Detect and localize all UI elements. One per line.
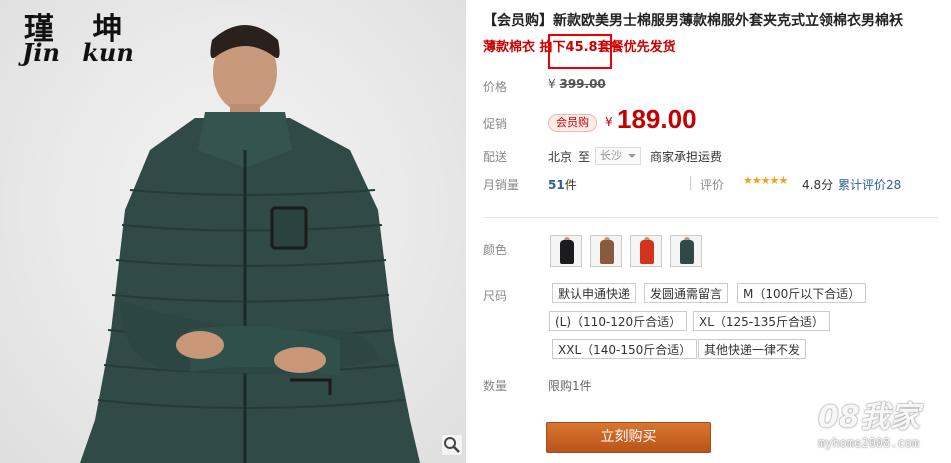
promo-price-label: 促销 — [483, 117, 508, 131]
swatch-jacket — [600, 240, 614, 264]
size-option[interactable]: XXL（140-150斤合适） — [552, 339, 698, 359]
zoom-button[interactable] — [441, 434, 463, 456]
original-price: ¥ 399.00 — [548, 77, 606, 91]
shipping-label: 配送 — [483, 150, 508, 164]
highlight-box — [548, 34, 612, 69]
color-swatch-brown[interactable] — [590, 235, 622, 267]
promo-currency-symbol: ¥ — [605, 115, 613, 129]
monthly-sales-count: 51 — [548, 178, 565, 192]
size-option[interactable]: 其他快递一律不发 — [698, 339, 807, 359]
divider — [483, 217, 939, 218]
size-label: 尺码 — [483, 289, 508, 303]
monthly-sales: 51件 — [548, 176, 577, 193]
shipping-note: 商家承担运费 — [650, 150, 723, 164]
color-swatch-red[interactable] — [630, 235, 662, 267]
quantity-limit: 限购1件 — [548, 379, 592, 393]
color-swatch-black[interactable] — [550, 235, 582, 267]
product-title: 【会员购】新款欧美男士棉服男薄款棉服外套夹克式立领棉衣男棉袄 — [483, 13, 903, 29]
rating-score: 4.8分 — [802, 178, 834, 192]
size-option[interactable]: M（100斤以下合适） — [737, 283, 867, 303]
swatch-jacket — [560, 240, 574, 264]
member-badge: 会员购 — [548, 114, 597, 132]
swatch-jacket — [680, 240, 694, 264]
city-select[interactable]: 长沙 — [595, 147, 641, 165]
divider — [690, 176, 691, 190]
monthly-sales-unit: 件 — [564, 178, 577, 192]
monthly-sales-label: 月销量 — [483, 178, 520, 192]
review-label: 评价 — [700, 178, 725, 192]
review-count-link[interactable]: 累计评价28 — [838, 176, 901, 193]
original-price-label: 价格 — [483, 80, 508, 94]
magnifier-icon — [444, 437, 460, 453]
shipping-to-word: 至 — [578, 150, 591, 164]
size-option[interactable]: 发圆通需留言 — [644, 283, 729, 303]
size-option[interactable]: XL（125-135斤合适） — [693, 311, 831, 331]
size-option[interactable]: 默认申通快递 — [552, 283, 637, 303]
buy-now-button[interactable]: 立刻购买 — [546, 422, 711, 453]
product-image[interactable]: 瑾 坤 Jin kun — [0, 0, 466, 463]
original-price-value: 399.00 — [559, 77, 606, 91]
brand-logo-en: Jin kun — [22, 38, 134, 67]
watermark-text: 08我家 — [818, 400, 920, 435]
subtitle-prefix: 薄款棉衣 — [483, 40, 540, 55]
chevron-down-icon — [628, 154, 636, 158]
currency-symbol: ¥ — [548, 77, 556, 91]
color-label: 颜色 — [483, 243, 508, 257]
watermark-url: myhome2008.com — [818, 436, 920, 450]
color-swatch-green[interactable] — [670, 235, 702, 267]
model-illustration — [80, 25, 420, 463]
swatch-jacket — [640, 240, 654, 264]
size-option[interactable]: (L)（110-120斤合适） — [549, 311, 688, 331]
quantity-label: 数量 — [483, 379, 508, 393]
promo-price: 189.00 — [617, 104, 697, 134]
city-select-value: 长沙 — [600, 149, 622, 162]
star-rating-icon: ★★★★★ — [743, 174, 788, 187]
shipping-from: 北京 — [548, 150, 573, 164]
